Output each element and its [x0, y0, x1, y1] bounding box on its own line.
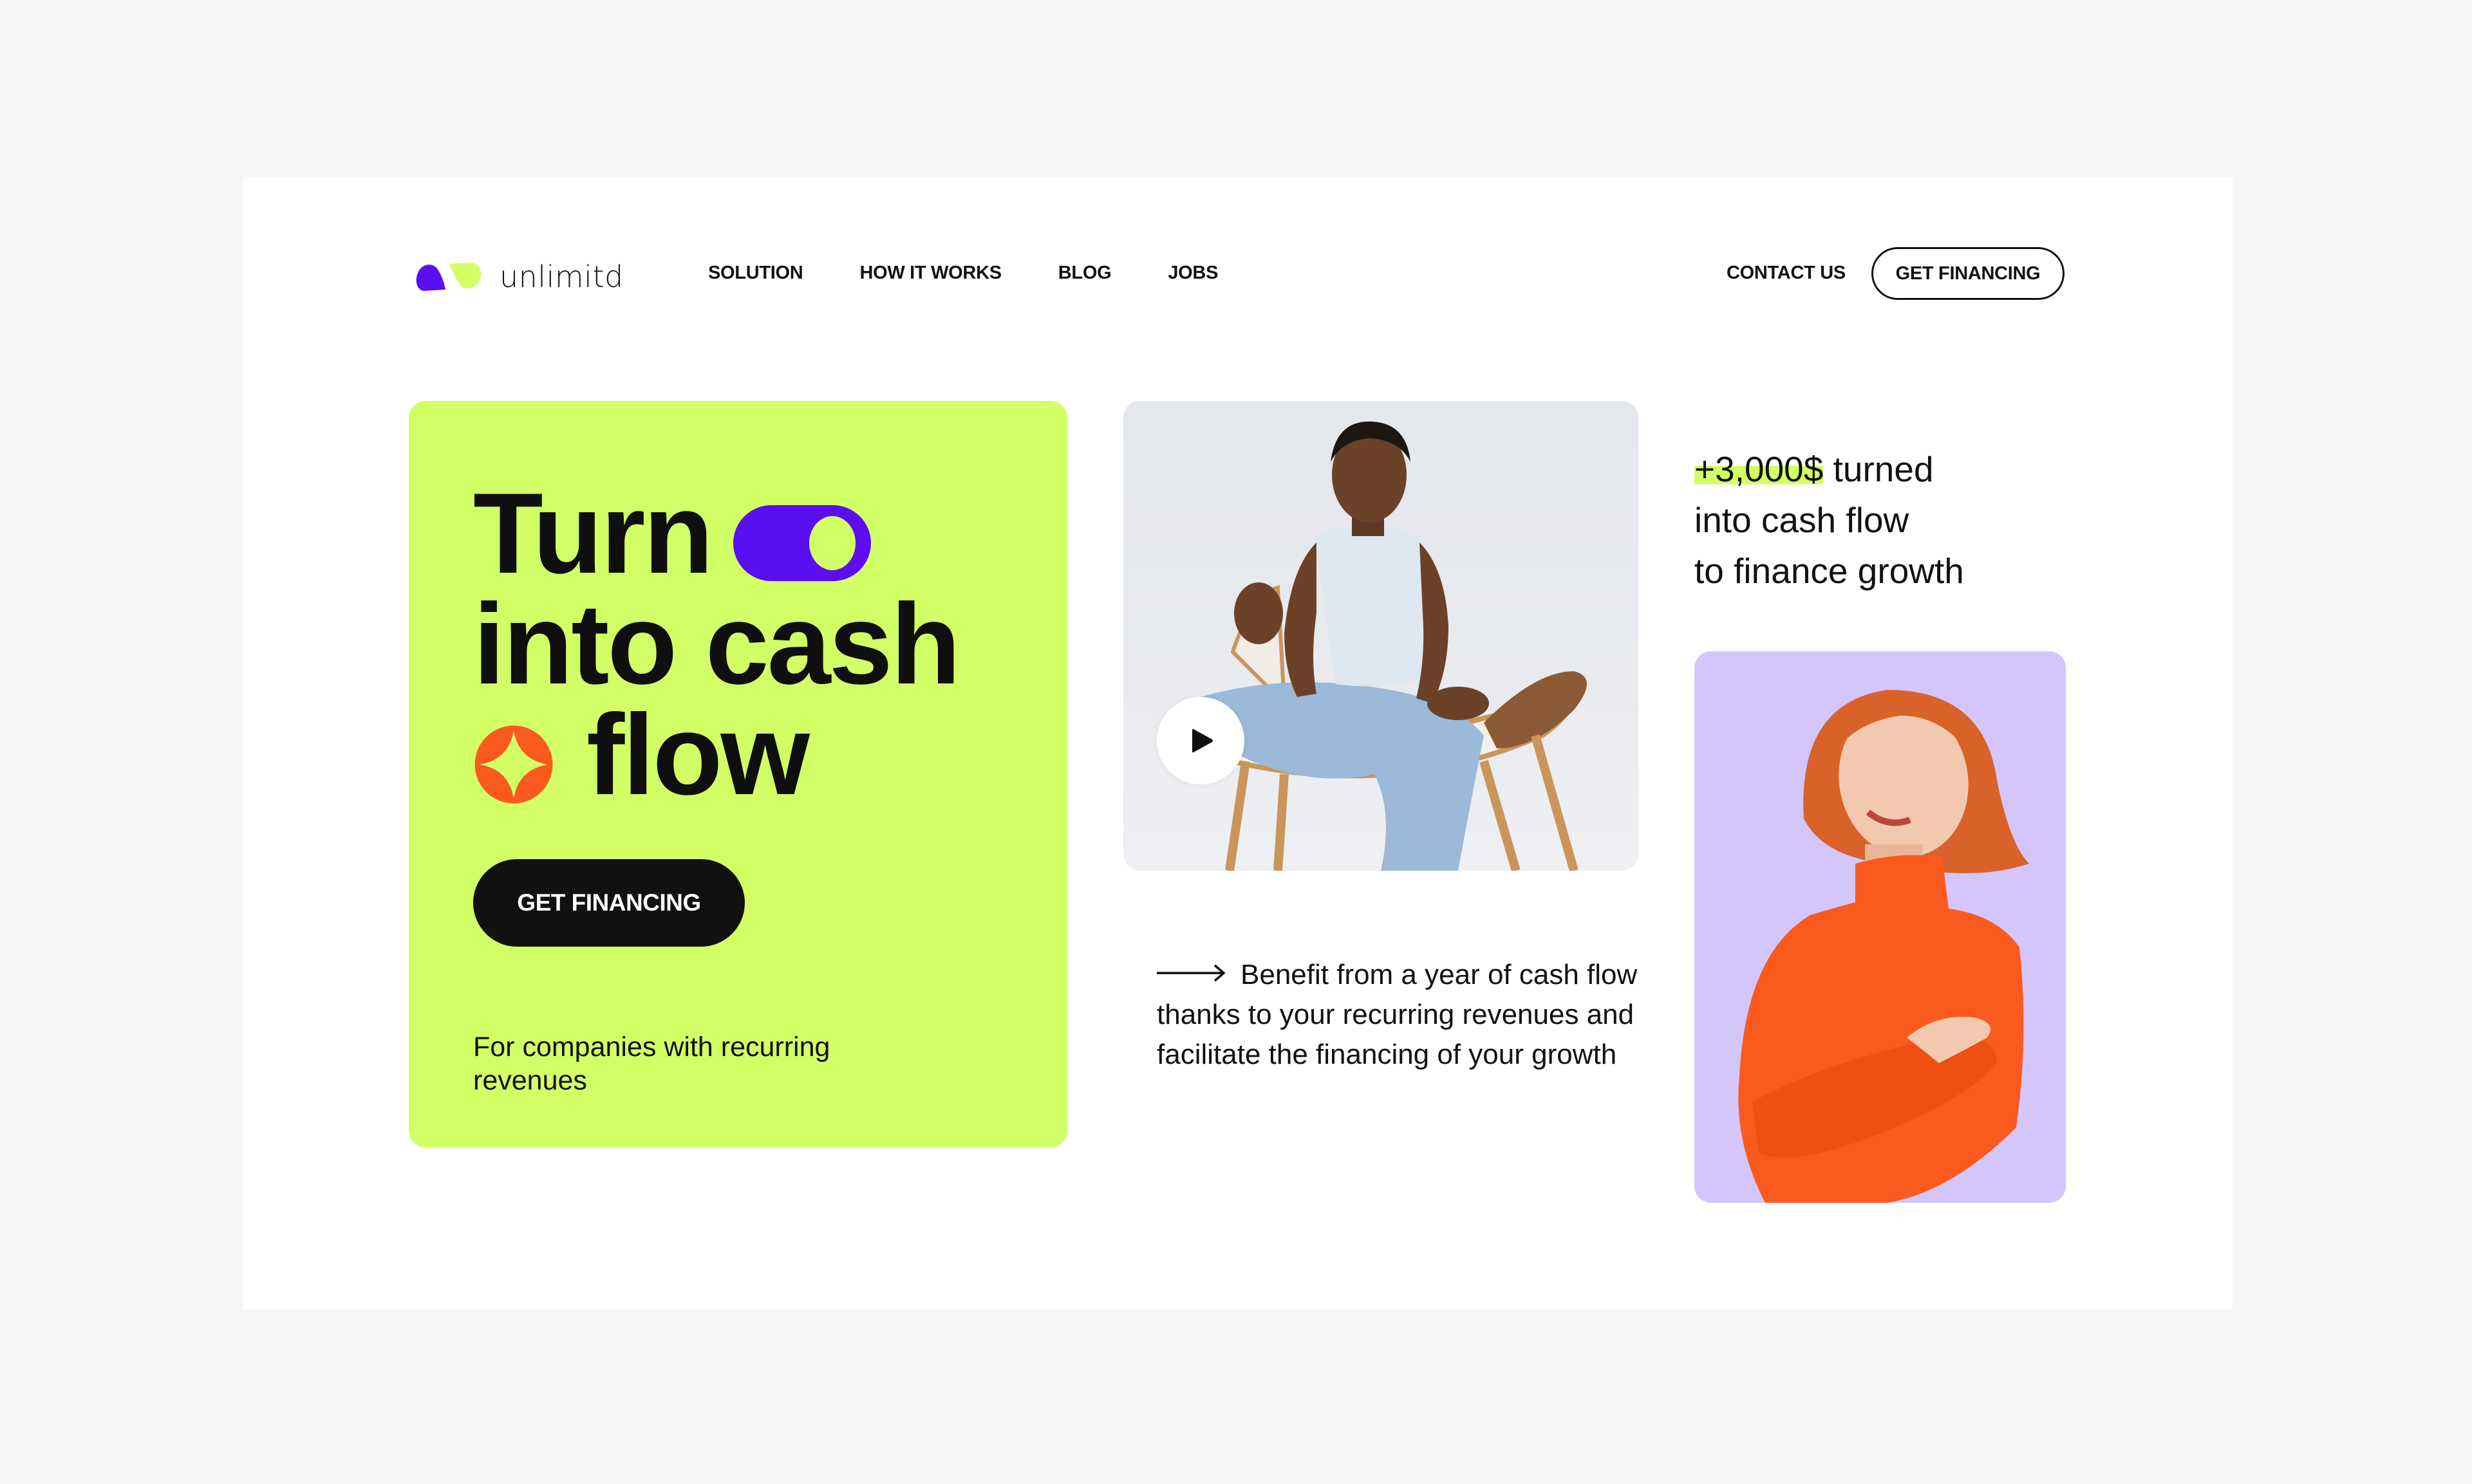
- hero-card: Turn into cash flow GET FINANCING For co…: [409, 401, 1067, 1147]
- portrait-image: [1694, 651, 2066, 1203]
- hero-headline: Turn into cash flow: [473, 469, 960, 819]
- headline-line-1: Turn: [473, 469, 713, 597]
- video-thumbnail[interactable]: [1123, 401, 1638, 871]
- two-leaf-logo-icon: [416, 263, 482, 291]
- play-icon: [1192, 728, 1213, 753]
- nav-item-jobs[interactable]: JOBS: [1168, 263, 1218, 284]
- nav-item-blog[interactable]: BLOG: [1058, 263, 1112, 284]
- headline-line-2: into cash: [473, 580, 960, 708]
- stat-line-1: turned: [1823, 449, 1934, 489]
- stat-line-2: into cash flow: [1694, 500, 1909, 540]
- nav-item-how-it-works[interactable]: HOW IT WORKS: [859, 263, 1002, 284]
- contact-us-link[interactable]: CONTACT US: [1727, 263, 1846, 284]
- stat-text: +3,000$ turned into cash flow to finance…: [1694, 444, 2055, 597]
- toggle-switch-icon: [733, 505, 872, 581]
- long-arrow-right-icon: [1157, 965, 1226, 982]
- brand-name: unlimitd: [500, 259, 624, 294]
- sparkle-star-icon: [474, 725, 553, 804]
- hero-subtitle: For companies with recurring revenues: [473, 1032, 830, 1096]
- portrait-person-image: [1738, 690, 2029, 1203]
- headline-line-3: flow: [586, 691, 810, 819]
- header-get-financing-button[interactable]: GET FINANCING: [1871, 247, 2065, 300]
- benefit-text-block: Benefit from a year of cash flow thanks …: [1157, 955, 1646, 1075]
- hero-get-financing-button[interactable]: GET FINANCING: [473, 859, 745, 947]
- video-person-image: [1200, 421, 1587, 871]
- logo[interactable]: unlimitd: [412, 257, 624, 296]
- benefit-text: Benefit from a year of cash flow thanks …: [1157, 959, 1638, 1070]
- play-button[interactable]: [1157, 697, 1244, 784]
- main-nav: SOLUTION HOW IT WORKS BLOG JOBS: [708, 263, 1275, 284]
- stat-highlight: +3,000$: [1694, 449, 1824, 489]
- stat-line-3: to finance growth: [1694, 551, 1964, 591]
- nav-item-solution[interactable]: SOLUTION: [708, 263, 803, 284]
